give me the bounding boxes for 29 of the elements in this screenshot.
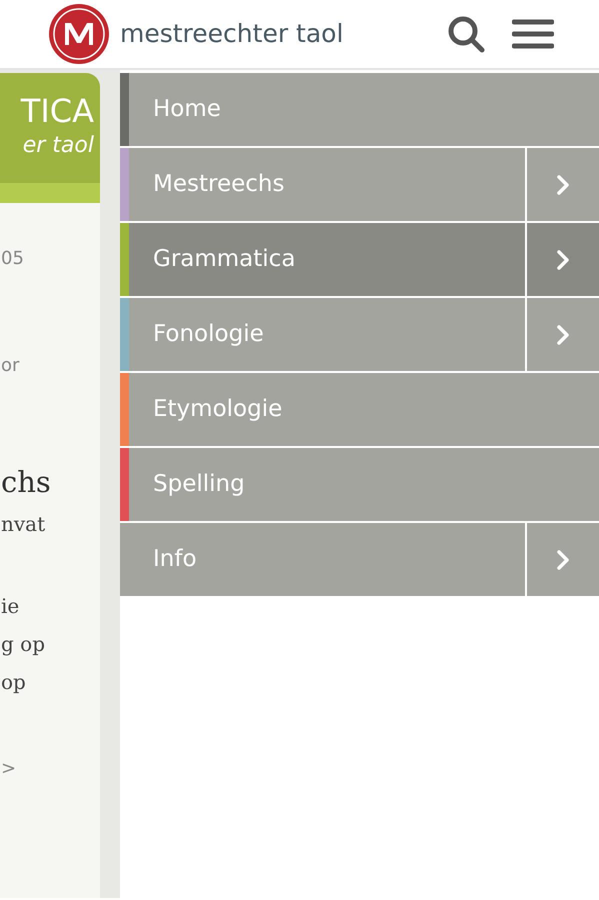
content-text: ie	[1, 592, 20, 620]
content-text: g op	[1, 630, 46, 658]
search-icon[interactable]	[446, 14, 486, 54]
menu-icon[interactable]	[512, 19, 554, 49]
menu-item[interactable]: Grammatica	[120, 223, 525, 296]
heading-text: chs	[1, 464, 51, 501]
site-title[interactable]: mestreechter taol	[120, 15, 344, 53]
chevron-icon	[556, 324, 570, 346]
banner-subtitle: er taol	[22, 132, 94, 160]
chevron-icon	[556, 548, 570, 570]
content-text: >	[1, 756, 16, 780]
content-text: 05	[1, 247, 24, 271]
content-text: op	[1, 668, 26, 696]
chevron-icon	[556, 248, 570, 270]
menu-item[interactable]: Fonologie	[120, 298, 525, 371]
content-text: or	[1, 354, 20, 378]
menu-item[interactable]: Info	[120, 523, 525, 596]
menu-item[interactable]: Home	[120, 73, 599, 146]
expand-button[interactable]	[527, 298, 599, 371]
menu-item[interactable]: Mestreechs	[120, 148, 525, 221]
logo-icon[interactable]	[48, 3, 110, 65]
banner-title: TICA	[20, 91, 94, 131]
menu-item[interactable]: Etymologie	[120, 373, 599, 446]
expand-button[interactable]	[527, 523, 599, 596]
chevron-icon	[556, 174, 570, 196]
expand-button[interactable]	[527, 148, 599, 221]
expand-button[interactable]	[527, 223, 599, 296]
menu-item[interactable]: Spelling	[120, 448, 599, 521]
content-text: nvat	[1, 510, 46, 538]
